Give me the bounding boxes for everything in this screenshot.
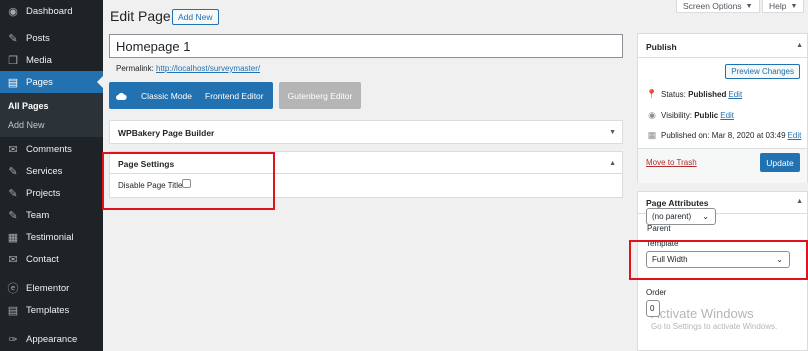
visibility-label: Visibility: [661,111,692,120]
parent-label: Parent [647,224,671,233]
help-label: Help [769,1,787,11]
divider [638,57,807,58]
add-new-button[interactable]: Add New [172,9,219,25]
visibility-edit-link[interactable]: Edit [720,111,734,120]
cloud-icon [115,91,127,101]
sidebar-item-label: Dashboard [26,5,73,17]
screen-options-button[interactable]: Screen Options ▼ [676,0,760,13]
submenu-add-new[interactable]: Add New [8,120,45,130]
highlight-frame [629,240,808,280]
published-edit-link[interactable]: Edit [788,131,802,140]
sidebar-item-label: Testimonial [26,231,74,243]
collapse-down-icon[interactable]: ▼ [609,129,616,136]
services-icon: ✎ [8,165,18,178]
templates-icon: ▤ [7,304,19,317]
media-icon: ❒ [8,54,18,67]
highlight-frame [102,152,275,210]
status-label: Status: [661,90,686,99]
team-icon: ✎ [8,209,18,222]
move-to-trash-link[interactable]: Move to Trash [646,158,697,167]
permalink-label: Permalink: [116,64,154,73]
sidebar-item-elementor[interactable]: ⓔ Elementor [0,277,103,299]
chevron-down-icon: ⌄ [702,212,709,221]
permalink-link[interactable]: http://localhost/surveymaster/ [156,64,260,73]
visibility-value: Public [694,111,719,120]
collapse-up-icon[interactable]: ▲ [796,42,803,49]
sidebar-item-label: Elementor [26,282,70,294]
status-value: Published [688,90,727,99]
status-edit-link[interactable]: Edit [728,90,742,99]
sidebar-item-label: Services [26,165,63,177]
eye-icon: ◉ [648,110,656,120]
wpbakery-editor-buttons: Classic Mode Frontend Editor [109,82,273,109]
collapse-up-icon[interactable]: ▲ [796,198,803,205]
activate-windows-watermark: Activate Windows [651,306,754,321]
projects-icon: ✎ [8,187,18,200]
caret-down-icon: ▼ [745,2,753,10]
sidebar-item-appearance[interactable]: ✑ Appearance [0,328,103,350]
sidebar-item-label: Comments [26,143,72,155]
update-button[interactable]: Update [760,153,800,172]
wpbakery-box-title[interactable]: WPBakery Page Builder [118,128,214,138]
parent-select[interactable]: (no parent) ⌄ [646,208,716,225]
pages-submenu: All Pages Add New [0,93,103,137]
appearance-icon: ✑ [8,333,18,346]
publish-box: Publish ▲ Preview Changes 📍 Status: Publ… [637,33,808,183]
published-row: ▦ Published on: Mar 8, 2020 at 03:49 Edi… [646,130,802,141]
pin-icon: ✎ [8,32,18,45]
sidebar-item-dashboard[interactable]: ◉ Dashboard [0,0,103,22]
submenu-all-pages[interactable]: All Pages [8,101,49,111]
screen-options-label: Screen Options [683,1,742,11]
order-input[interactable]: 0 [646,300,660,317]
parent-select-value: (no parent) [652,212,692,221]
contact-icon: ✉ [8,253,18,266]
sidebar-item-label: Team [26,209,50,221]
visibility-row: ◉ Visibility: Public Edit [646,110,734,121]
collapse-up-icon[interactable]: ▲ [609,160,616,167]
wpbakery-box: WPBakery Page Builder ▼ [109,120,623,144]
sidebar-item-label: Templates [26,304,70,316]
calendar-icon: ▦ [647,130,657,140]
publish-title[interactable]: Publish [646,42,677,52]
sidebar-item-testimonial[interactable]: ▦ Testimonial [0,226,103,248]
sidebar-item-contact[interactable]: ✉ Contact [0,248,103,270]
pin-icon: 📍 [646,89,658,99]
admin-sidebar: ◉ Dashboard ✎ Posts ❒ Media ▤ Pages All … [0,0,103,351]
testimonial-icon: ▦ [7,231,19,244]
order-label: Order [646,288,667,297]
sidebar-item-label: Pages [26,76,53,88]
page-attributes-title[interactable]: Page Attributes [646,198,709,208]
sidebar-item-label: Posts [26,32,50,44]
sidebar-item-services[interactable]: ✎ Services [0,160,103,182]
sidebar-item-media[interactable]: ❒ Media [0,49,103,71]
published-label: Published on: [661,131,710,140]
sidebar-item-team[interactable]: ✎ Team [0,204,103,226]
sidebar-item-label: Contact [26,253,59,265]
gutenberg-editor-button[interactable]: Gutenberg Editor [279,82,361,109]
comments-icon: ✉ [8,143,18,156]
sidebar-item-label: Appearance [26,333,78,345]
sidebar-item-pages[interactable]: ▤ Pages [0,71,103,93]
sidebar-item-projects[interactable]: ✎ Projects [0,182,103,204]
sidebar-item-label: Media [26,54,52,66]
classic-mode-button[interactable]: Classic Mode [141,91,192,101]
dashboard-icon: ◉ [8,5,18,18]
sidebar-item-posts[interactable]: ✎ Posts [0,27,103,49]
page-title: Edit Page [110,8,171,24]
permalink: Permalink: http://localhost/surveymaster… [116,64,260,73]
sidebar-item-comments[interactable]: ✉ Comments [0,138,103,160]
status-row: 📍 Status: Published Edit [646,89,742,100]
post-title-input[interactable]: Homepage 1 [109,34,623,58]
preview-changes-button[interactable]: Preview Changes [725,64,800,79]
elementor-icon: ⓔ [7,283,19,295]
help-button[interactable]: Help ▼ [762,0,805,13]
pages-icon: ▤ [7,76,19,89]
frontend-editor-button[interactable]: Frontend Editor [205,91,264,101]
activate-windows-subtext: Go to Settings to activate Windows. [651,322,778,331]
sidebar-item-templates[interactable]: ▤ Templates [0,299,103,321]
caret-down-icon: ▼ [790,2,798,10]
sidebar-item-label: Projects [26,187,61,199]
published-value: Mar 8, 2020 at 03:49 [711,131,786,140]
